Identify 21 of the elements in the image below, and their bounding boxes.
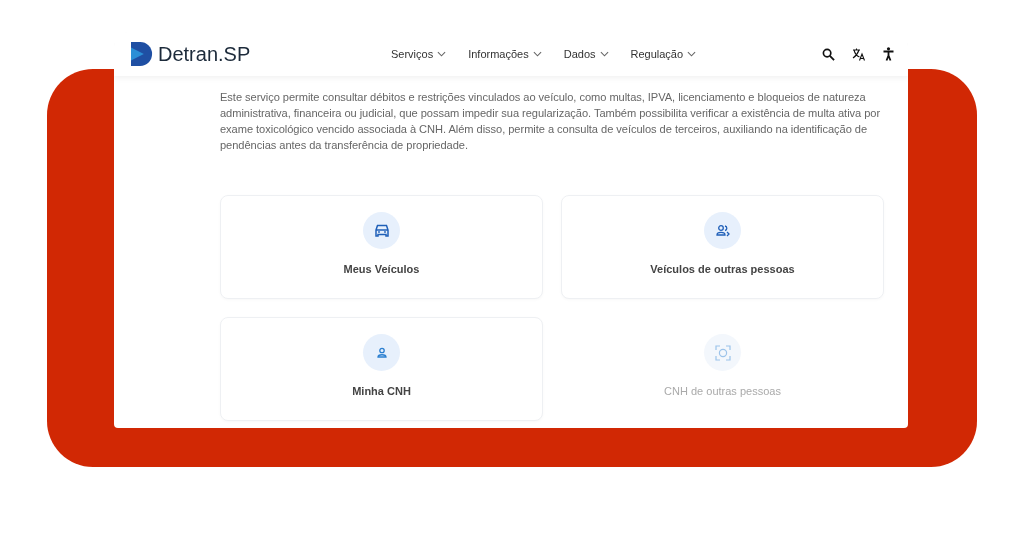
service-card[interactable]: Minha CNH (220, 317, 543, 421)
chevron-down-icon (687, 51, 697, 57)
nav-menu-item[interactable]: Dados (563, 48, 609, 60)
chevron-down-icon (532, 51, 542, 57)
accessibility-icon[interactable] (883, 47, 894, 61)
search-icon[interactable] (822, 47, 835, 61)
car-icon (363, 212, 400, 249)
logo-icon[interactable] (131, 41, 153, 67)
logo-text[interactable]: Detran.SP (158, 42, 251, 66)
nav-menu-item[interactable]: Regulação (630, 48, 697, 60)
service-card[interactable]: Veículos de outras pessoas (561, 195, 884, 299)
description-text: Este serviço permite consultar débitos e restrições vinculados ao veículo, como multas, IPVA, licenciamento e bloqueios de natureza administrativa, financeira ou judicial, que possam impedir sua regularização. Também possibilita verificar a existência de multa ativa por exame toxicológico vencido associada à CNH. Além disso, permite a consulta de veículos de terceiros, auxiliando na identificação de pendências antes da transferência de propriedade. (220, 90, 882, 153)
chevron-down-icon (437, 51, 447, 57)
translate-icon[interactable] (852, 47, 866, 61)
nav-menu-item[interactable]: Informações (468, 48, 542, 60)
people-icon (704, 212, 741, 249)
service-card[interactable]: Meus Veículos (220, 195, 543, 299)
person-icon (363, 334, 400, 371)
nav-menu-item[interactable]: Serviços (391, 48, 447, 60)
chevron-down-icon (599, 51, 609, 57)
face-scan-icon (704, 334, 741, 371)
